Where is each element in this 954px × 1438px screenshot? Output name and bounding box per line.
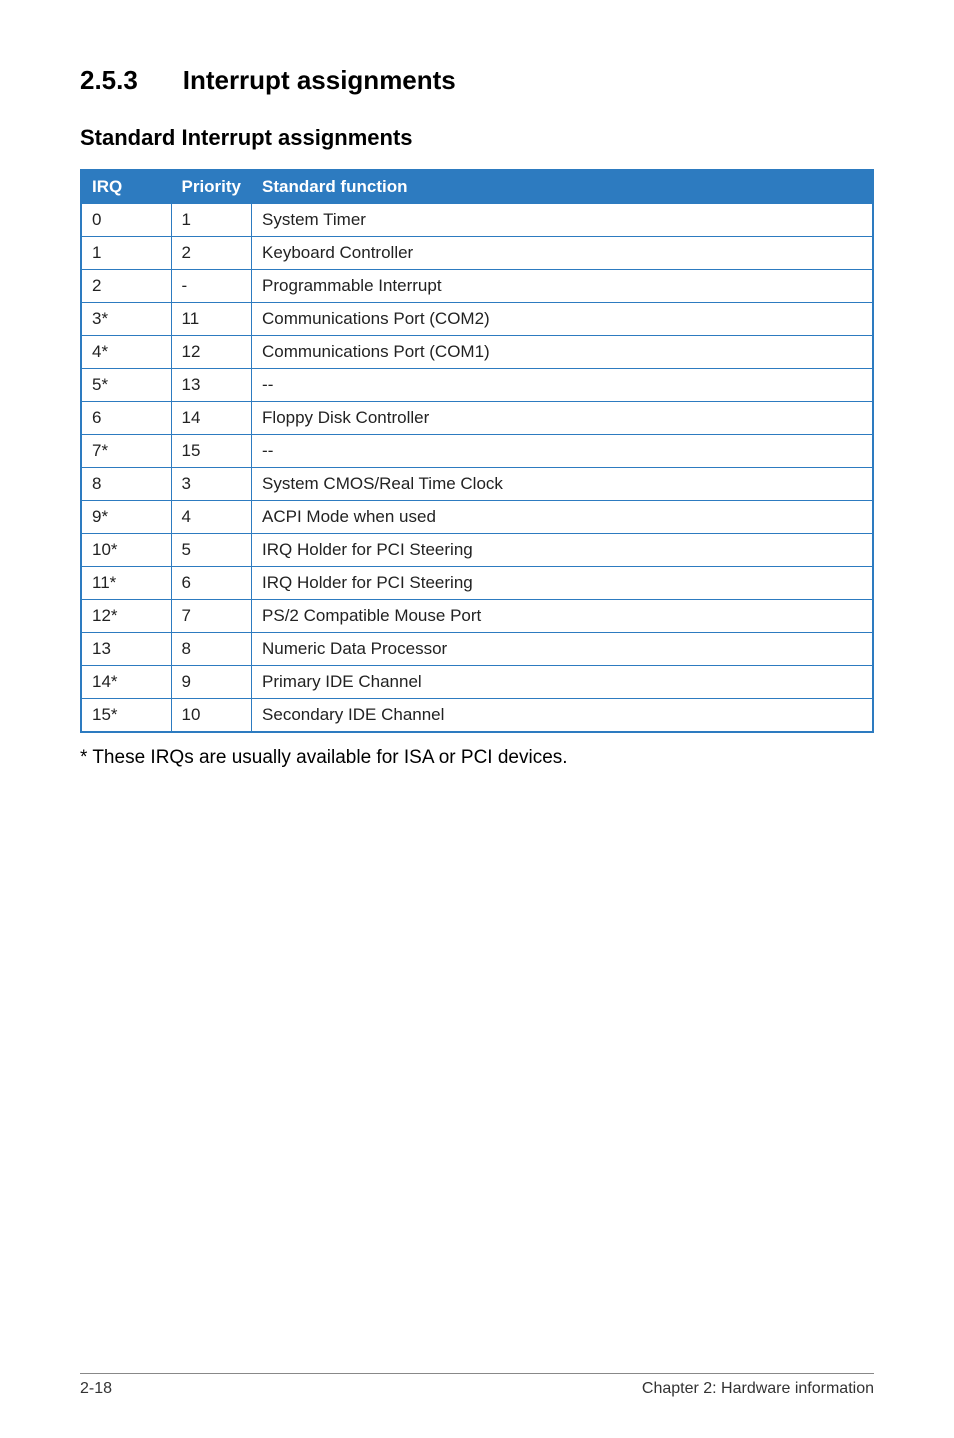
- cell-irq: 4*: [81, 336, 171, 369]
- header-irq: IRQ: [81, 170, 171, 204]
- cell-irq: 5*: [81, 369, 171, 402]
- header-priority: Priority: [171, 170, 252, 204]
- cell-irq: 2: [81, 270, 171, 303]
- table-row: 4*12Communications Port (COM1): [81, 336, 873, 369]
- header-function: Standard function: [252, 170, 873, 204]
- table-footnote: * These IRQs are usually available for I…: [80, 747, 874, 769]
- cell-func: Floppy Disk Controller: [252, 402, 873, 435]
- cell-priority: 14: [171, 402, 252, 435]
- cell-func: PS/2 Compatible Mouse Port: [252, 600, 873, 633]
- cell-irq: 8: [81, 468, 171, 501]
- cell-irq: 11*: [81, 567, 171, 600]
- cell-priority: 1: [171, 204, 252, 237]
- cell-priority: 3: [171, 468, 252, 501]
- section-title: Interrupt assignments: [183, 65, 456, 95]
- cell-func: --: [252, 369, 873, 402]
- cell-func: --: [252, 435, 873, 468]
- table-row: 14*9Primary IDE Channel: [81, 666, 873, 699]
- section-number: 2.5.3: [80, 65, 138, 95]
- cell-priority: -: [171, 270, 252, 303]
- cell-irq: 3*: [81, 303, 171, 336]
- table-row: 3*11Communications Port (COM2): [81, 303, 873, 336]
- cell-priority: 8: [171, 633, 252, 666]
- cell-irq: 12*: [81, 600, 171, 633]
- table-row: 614Floppy Disk Controller: [81, 402, 873, 435]
- cell-priority: 15: [171, 435, 252, 468]
- cell-irq: 7*: [81, 435, 171, 468]
- cell-func: Numeric Data Processor: [252, 633, 873, 666]
- cell-priority: 7: [171, 600, 252, 633]
- table-row: 138Numeric Data Processor: [81, 633, 873, 666]
- sub-heading: Standard Interrupt assignments: [80, 125, 874, 151]
- cell-priority: 10: [171, 699, 252, 733]
- cell-func: Secondary IDE Channel: [252, 699, 873, 733]
- cell-func: ACPI Mode when used: [252, 501, 873, 534]
- cell-irq: 0: [81, 204, 171, 237]
- table-row: 15*10Secondary IDE Channel: [81, 699, 873, 733]
- cell-priority: 2: [171, 237, 252, 270]
- irq-table: IRQ Priority Standard function 01System …: [80, 169, 874, 733]
- table-row: 10*5IRQ Holder for PCI Steering: [81, 534, 873, 567]
- table-row: 2-Programmable Interrupt: [81, 270, 873, 303]
- cell-func: IRQ Holder for PCI Steering: [252, 567, 873, 600]
- page-number: 2-18: [80, 1380, 112, 1398]
- table-header-row: IRQ Priority Standard function: [81, 170, 873, 204]
- cell-irq: 13: [81, 633, 171, 666]
- cell-priority: 11: [171, 303, 252, 336]
- chapter-label: Chapter 2: Hardware information: [642, 1380, 874, 1398]
- table-row: 01System Timer: [81, 204, 873, 237]
- cell-func: Keyboard Controller: [252, 237, 873, 270]
- cell-priority: 5: [171, 534, 252, 567]
- table-row: 83System CMOS/Real Time Clock: [81, 468, 873, 501]
- cell-irq: 6: [81, 402, 171, 435]
- section-heading: 2.5.3 Interrupt assignments: [80, 60, 874, 97]
- cell-func: Communications Port (COM2): [252, 303, 873, 336]
- cell-irq: 9*: [81, 501, 171, 534]
- table-row: 9*4ACPI Mode when used: [81, 501, 873, 534]
- cell-func: Programmable Interrupt: [252, 270, 873, 303]
- cell-func: Communications Port (COM1): [252, 336, 873, 369]
- cell-priority: 6: [171, 567, 252, 600]
- cell-func: Primary IDE Channel: [252, 666, 873, 699]
- cell-func: IRQ Holder for PCI Steering: [252, 534, 873, 567]
- table-row: 7*15--: [81, 435, 873, 468]
- cell-irq: 15*: [81, 699, 171, 733]
- cell-priority: 9: [171, 666, 252, 699]
- cell-priority: 4: [171, 501, 252, 534]
- cell-func: System Timer: [252, 204, 873, 237]
- table-row: 11*6IRQ Holder for PCI Steering: [81, 567, 873, 600]
- table-row: 5*13--: [81, 369, 873, 402]
- cell-irq: 14*: [81, 666, 171, 699]
- cell-priority: 12: [171, 336, 252, 369]
- cell-irq: 10*: [81, 534, 171, 567]
- cell-priority: 13: [171, 369, 252, 402]
- cell-func: System CMOS/Real Time Clock: [252, 468, 873, 501]
- page-footer: 2-18 Chapter 2: Hardware information: [80, 1373, 874, 1398]
- table-row: 12Keyboard Controller: [81, 237, 873, 270]
- table-row: 12*7PS/2 Compatible Mouse Port: [81, 600, 873, 633]
- cell-irq: 1: [81, 237, 171, 270]
